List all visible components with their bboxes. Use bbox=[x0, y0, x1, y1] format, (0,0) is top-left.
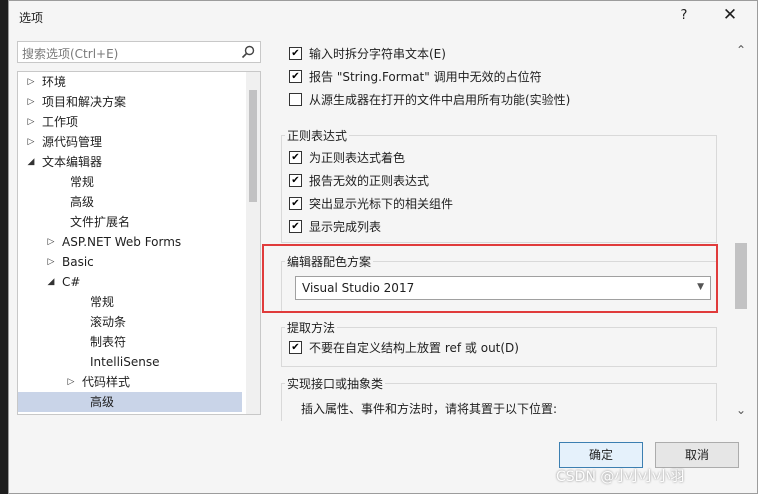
cancel-button[interactable]: 取消 bbox=[655, 442, 739, 468]
checkbox-box[interactable]: ✔ bbox=[289, 151, 302, 164]
tree-scrollbar[interactable] bbox=[246, 72, 260, 414]
tree-item[interactable]: ▷ 工作项 bbox=[18, 112, 242, 132]
tree-item-label: 项目和解决方案 bbox=[42, 95, 127, 109]
checkbox-label: 报告无效的正则表达式 bbox=[309, 174, 430, 188]
color-scheme-highlight-box bbox=[262, 244, 718, 313]
tree-item[interactable]: ◢ C# bbox=[18, 272, 242, 292]
checkbox-label: 输入时拆分字符串文本(E) bbox=[309, 47, 446, 61]
tree-item[interactable]: 常规 bbox=[18, 292, 242, 312]
expand-right-icon[interactable]: ▷ bbox=[46, 252, 56, 272]
options-panel: ✔ 输入时拆分字符串文本(E) ✔ 报告 "String.Format" 调用中… bbox=[277, 39, 747, 421]
checkbox-box[interactable]: ✔ bbox=[289, 220, 302, 233]
tree-item[interactable]: ▷ 代码样式 bbox=[18, 372, 242, 392]
chevron-down-icon[interactable]: ⌄ bbox=[735, 403, 747, 417]
tree-item[interactable]: ▷ ASP.NET Web Forms bbox=[18, 232, 242, 252]
search-icon[interactable] bbox=[240, 44, 256, 60]
tree-item-label: 滚动条 bbox=[90, 315, 127, 329]
ok-button[interactable]: 确定 bbox=[559, 442, 643, 468]
tree-item[interactable]: ◢ 文本编辑器 bbox=[18, 152, 242, 172]
tree-item-label: 工作项 bbox=[42, 115, 79, 129]
tree-item-label: 常规 bbox=[90, 295, 115, 309]
tree-item[interactable]: 文件扩展名 bbox=[18, 212, 242, 232]
tree-item-label: 文件扩展名 bbox=[70, 215, 131, 229]
checkbox-box[interactable] bbox=[289, 93, 302, 106]
title-bar: 选项 ? ✕ bbox=[9, 1, 757, 33]
checkbox-label: 不要在自定义结构上放置 ref 或 out(D) bbox=[309, 341, 519, 355]
expand-right-icon[interactable]: ▷ bbox=[26, 72, 36, 92]
watermark-text: CSDN @小小小小羽 bbox=[556, 469, 685, 485]
checkbox-box[interactable]: ✔ bbox=[289, 341, 302, 354]
close-button[interactable]: ✕ bbox=[721, 5, 739, 25]
search-input[interactable]: 搜索选项(Ctrl+E) bbox=[22, 45, 118, 62]
checkbox-label: 突出显示光标下的相关组件 bbox=[309, 197, 454, 211]
options-scrollbar[interactable]: ⌃ ⌄ bbox=[735, 39, 747, 421]
tree-item-label: 源代码管理 bbox=[42, 135, 103, 149]
tree-item-label: ASP.NET Web Forms bbox=[62, 235, 182, 249]
background-editor-strip bbox=[0, 0, 8, 494]
options-scrollbar-thumb[interactable] bbox=[735, 243, 747, 309]
checkbox-box[interactable]: ✔ bbox=[289, 197, 302, 210]
search-options-box[interactable]: 搜索选项(Ctrl+E) bbox=[17, 41, 261, 63]
expand-right-icon[interactable]: ▷ bbox=[26, 112, 36, 132]
tree-item-label: C# bbox=[62, 275, 81, 289]
tree-item-label: Basic bbox=[62, 255, 94, 269]
expand-down-icon[interactable]: ◢ bbox=[26, 152, 36, 172]
extract-method-group-title: 提取方法 bbox=[285, 319, 338, 336]
tree-item[interactable]: 高级 bbox=[18, 392, 242, 412]
expand-right-icon[interactable]: ▷ bbox=[46, 232, 56, 252]
expand-right-icon[interactable]: ▷ bbox=[26, 132, 36, 152]
checkbox-label: 为正则表达式着色 bbox=[309, 151, 406, 165]
tree-item-label: 代码样式 bbox=[82, 375, 131, 389]
tree-item-label: 高级 bbox=[90, 395, 115, 409]
tree-item-label: 文本编辑器 bbox=[42, 155, 103, 169]
tree-item[interactable]: 制表符 bbox=[18, 332, 242, 352]
chevron-up-icon[interactable]: ⌃ bbox=[735, 43, 747, 57]
tree-scrollbar-thumb[interactable] bbox=[249, 90, 257, 202]
checkbox-box[interactable]: ✔ bbox=[289, 70, 302, 83]
tree-item[interactable]: ▷ 源代码管理 bbox=[18, 132, 242, 152]
tree-item-label: 环境 bbox=[42, 75, 67, 89]
tree-item[interactable]: 常规 bbox=[18, 172, 242, 192]
tree-item-label: 制表符 bbox=[90, 335, 127, 349]
expand-right-icon[interactable]: ▷ bbox=[26, 92, 36, 112]
tree-item-label: 高级 bbox=[70, 195, 95, 209]
expand-down-icon[interactable]: ◢ bbox=[46, 272, 56, 292]
checkbox-label: 报告 "String.Format" 调用中无效的占位符 bbox=[309, 70, 542, 84]
checkbox-box[interactable]: ✔ bbox=[289, 47, 302, 60]
options-tree[interactable]: ▷ 环境 ▷ 项目和解决方案 ▷ 工作项 ▷ 源代码管理 ◢ 文本编辑器 常规 高级 文件扩展名 ▷ ASP… bbox=[17, 71, 261, 415]
implement-interface-group-title: 实现接口或抽象类 bbox=[285, 375, 386, 392]
regex-group-title: 正则表达式 bbox=[285, 127, 350, 144]
tree-item[interactable]: 滚动条 bbox=[18, 312, 242, 332]
tree-item[interactable]: 高级 bbox=[18, 192, 242, 212]
checkbox-box[interactable]: ✔ bbox=[289, 174, 302, 187]
tree-item[interactable]: ▷ Basic bbox=[18, 252, 242, 272]
tree-item[interactable]: ▷ 项目和解决方案 bbox=[18, 92, 242, 112]
tree-item[interactable]: IntelliSense bbox=[18, 352, 242, 372]
tree-item-label: 常规 bbox=[70, 175, 95, 189]
implement-interface-text: 插入属性、事件和方法时，请将其置于以下位置: bbox=[301, 402, 558, 416]
checkbox-label: 显示完成列表 bbox=[309, 220, 382, 234]
expand-right-icon[interactable]: ▷ bbox=[66, 372, 76, 392]
dialog-title: 选项 bbox=[19, 11, 44, 25]
checkbox-label: 从源生成器在打开的文件中启用所有功能(实验性) bbox=[309, 93, 571, 107]
tree-item-label: IntelliSense bbox=[90, 355, 160, 369]
tree-item[interactable]: ▷ 环境 bbox=[18, 72, 242, 92]
help-button[interactable]: ? bbox=[675, 8, 693, 23]
